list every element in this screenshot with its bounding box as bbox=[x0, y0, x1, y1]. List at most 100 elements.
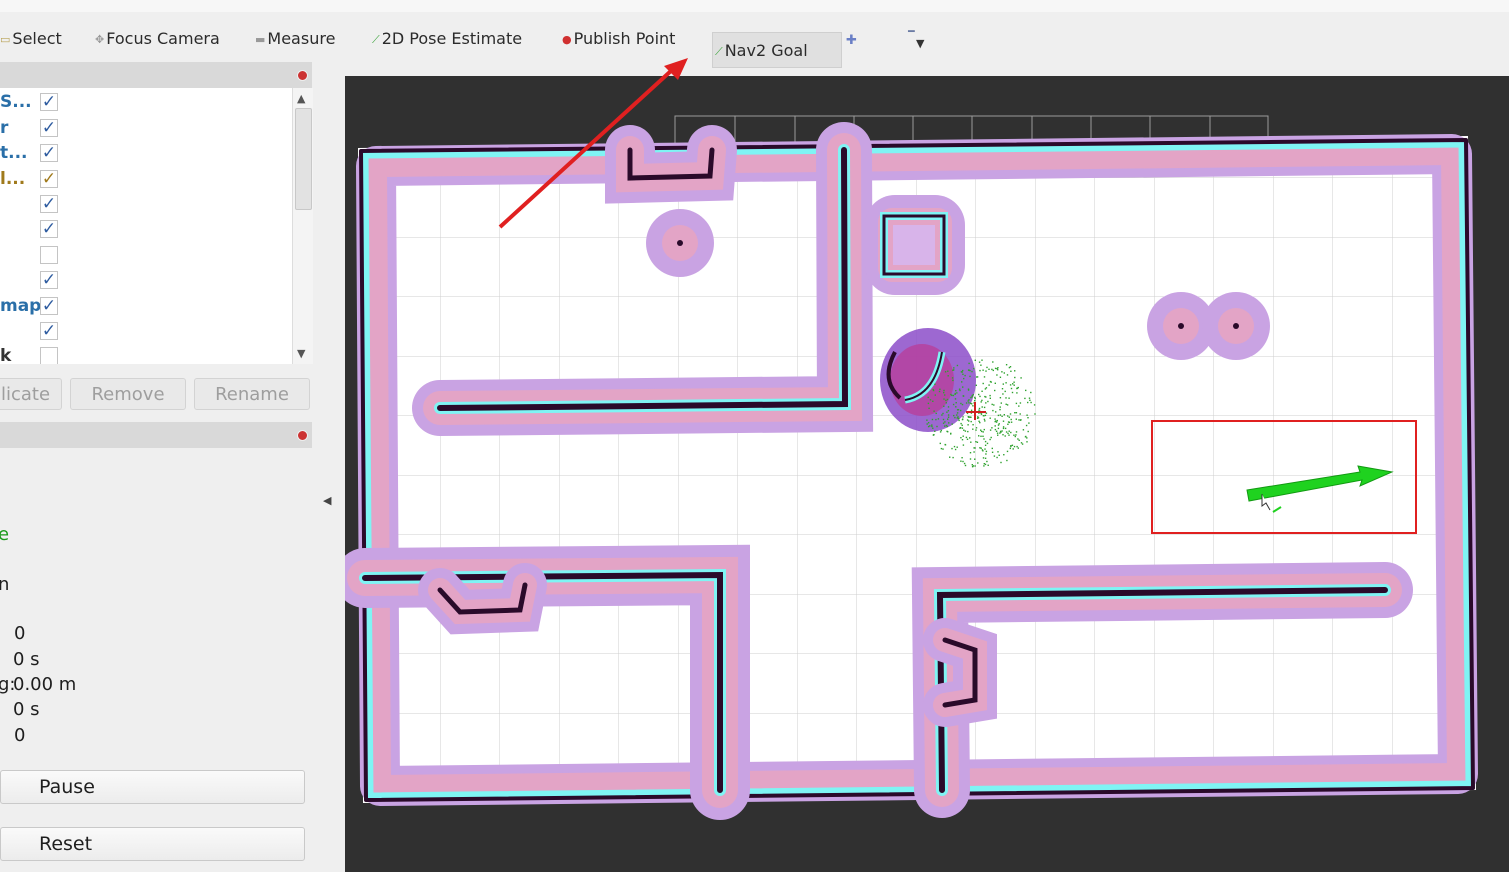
publish-point-tool[interactable]: ● Publish Point bbox=[562, 26, 675, 66]
particle bbox=[1004, 427, 1007, 430]
particle bbox=[928, 407, 930, 409]
scroll-down-icon[interactable]: ▼ bbox=[297, 347, 305, 360]
particle bbox=[969, 437, 971, 439]
display-label: S... bbox=[0, 92, 32, 112]
focus-camera-tool[interactable]: ✥ Focus Camera bbox=[95, 26, 220, 66]
particle bbox=[955, 406, 957, 408]
measure-tool[interactable]: ▬ Measure bbox=[255, 26, 335, 66]
close-icon[interactable] bbox=[297, 70, 308, 81]
display-checkbox[interactable]: ✓ bbox=[40, 119, 58, 137]
add-tool-button[interactable]: ✚ bbox=[846, 26, 857, 66]
particle bbox=[954, 448, 957, 451]
particle bbox=[989, 397, 991, 399]
display-item[interactable]: ✓ bbox=[0, 192, 292, 217]
display-checkbox[interactable]: ✓ bbox=[40, 170, 58, 188]
display-item[interactable]: ✓ bbox=[0, 217, 292, 242]
particle bbox=[972, 405, 974, 407]
duplicate-button[interactable]: licate bbox=[0, 378, 62, 410]
display-checkbox[interactable]: ✓ bbox=[40, 271, 58, 289]
rename-button[interactable]: Rename bbox=[194, 378, 310, 410]
display-checkbox[interactable] bbox=[40, 246, 58, 264]
measure-icon: ▬ bbox=[255, 33, 266, 46]
particle bbox=[968, 402, 970, 404]
map-canvas[interactable] bbox=[345, 76, 1509, 872]
particle bbox=[953, 445, 956, 448]
particle bbox=[956, 392, 958, 394]
scroll-up-icon[interactable]: ▲ bbox=[297, 92, 305, 105]
display-item[interactable]: map ✓ bbox=[0, 294, 292, 319]
particle bbox=[978, 435, 980, 437]
particle bbox=[1010, 370, 1012, 372]
display-checkbox[interactable]: ✓ bbox=[40, 322, 58, 340]
display-checkbox[interactable]: ✓ bbox=[40, 220, 58, 238]
particle bbox=[980, 430, 983, 433]
particle bbox=[1024, 397, 1026, 400]
particle bbox=[962, 460, 964, 463]
panel-splitter[interactable]: ◀ bbox=[320, 62, 344, 872]
particle bbox=[968, 399, 970, 401]
collapse-arrow-icon[interactable]: ◀ bbox=[323, 494, 331, 507]
remove-button[interactable]: Remove bbox=[70, 378, 186, 410]
particle bbox=[934, 394, 936, 396]
display-item[interactable] bbox=[0, 243, 292, 268]
particle bbox=[935, 418, 937, 421]
display-checkbox[interactable]: ✓ bbox=[40, 297, 58, 315]
display-checkbox[interactable]: ✓ bbox=[40, 93, 58, 111]
display-item[interactable]: l... ✓ bbox=[0, 167, 292, 192]
particle bbox=[979, 395, 981, 398]
particle bbox=[980, 364, 982, 366]
close-icon[interactable] bbox=[297, 430, 308, 441]
particle bbox=[999, 414, 1002, 416]
particle bbox=[974, 447, 976, 449]
particle bbox=[963, 462, 966, 465]
displays-scrollbar[interactable]: ▲ ▼ bbox=[292, 88, 313, 364]
particle bbox=[1007, 421, 1010, 423]
scroll-thumb[interactable] bbox=[295, 108, 312, 210]
particle bbox=[963, 429, 965, 431]
tool-menu-button[interactable]: ━ ▼ bbox=[908, 25, 925, 66]
particle bbox=[968, 362, 970, 365]
display-item[interactable]: ✓ bbox=[0, 268, 292, 293]
particle bbox=[999, 432, 1001, 434]
particle bbox=[996, 374, 998, 376]
particle bbox=[964, 430, 967, 432]
display-item[interactable]: S... ✓ bbox=[0, 90, 292, 115]
particle bbox=[960, 437, 962, 439]
particle bbox=[979, 421, 981, 424]
dropdown-icon: ━ ▼ bbox=[908, 25, 925, 50]
particle bbox=[1006, 459, 1008, 462]
particle bbox=[997, 424, 1000, 426]
display-item[interactable]: k bbox=[0, 344, 292, 364]
particle bbox=[997, 414, 1000, 417]
particle bbox=[1017, 438, 1019, 440]
particle bbox=[996, 432, 999, 434]
particle bbox=[974, 400, 976, 402]
particle bbox=[1020, 377, 1022, 379]
particle bbox=[998, 423, 1000, 425]
display-item[interactable]: r ✓ bbox=[0, 116, 292, 141]
particle bbox=[1034, 413, 1036, 415]
display-item[interactable]: ✓ bbox=[0, 319, 292, 344]
particle bbox=[989, 380, 992, 383]
particle bbox=[980, 435, 982, 437]
nav2-goal-tool[interactable]: ⟋ Nav2 Goal bbox=[712, 32, 842, 68]
reset-button[interactable]: Reset bbox=[0, 827, 305, 861]
pose-estimate-tool[interactable]: ⟋ 2D Pose Estimate bbox=[372, 26, 522, 66]
measure-label: Measure bbox=[267, 29, 336, 48]
map-viewport[interactable] bbox=[345, 76, 1509, 872]
display-checkbox[interactable] bbox=[40, 347, 58, 364]
select-tool[interactable]: ▭ Select bbox=[0, 26, 62, 66]
particle bbox=[1028, 397, 1031, 399]
particle bbox=[940, 429, 942, 432]
particle bbox=[943, 405, 945, 407]
particle bbox=[947, 418, 949, 420]
particle bbox=[1001, 371, 1003, 373]
particle bbox=[992, 409, 994, 412]
particle bbox=[969, 369, 971, 372]
particle bbox=[983, 428, 985, 431]
particle bbox=[1018, 405, 1020, 407]
pause-button[interactable]: Pause bbox=[0, 770, 305, 804]
display-checkbox[interactable]: ✓ bbox=[40, 144, 58, 162]
display-checkbox[interactable]: ✓ bbox=[40, 195, 58, 213]
display-item[interactable]: t... ✓ bbox=[0, 141, 292, 166]
